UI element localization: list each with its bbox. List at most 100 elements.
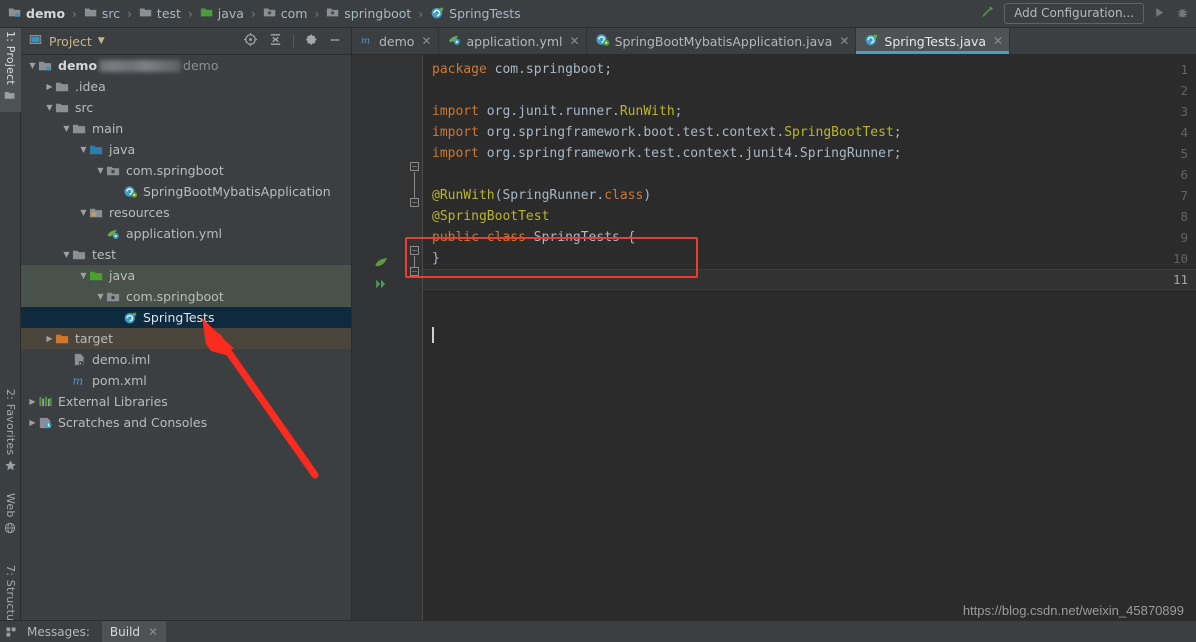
tree-row-target[interactable]: ▶ target xyxy=(21,328,351,349)
breadcrumb-separator: › xyxy=(250,6,256,21)
tree-row--idea[interactable]: ▶ .idea xyxy=(21,76,351,97)
tree-row-springtests[interactable]: SpringTests xyxy=(21,307,351,328)
breadcrumb-item-test[interactable]: test xyxy=(137,4,183,24)
sidebar-item-project[interactable]: 1: Project xyxy=(0,28,21,112)
gear-icon[interactable] xyxy=(304,33,318,50)
twisty-expanded-icon[interactable]: ▼ xyxy=(44,103,55,112)
twisty-collapsed-icon[interactable]: ▶ xyxy=(27,397,38,406)
target-crosshair-icon[interactable] xyxy=(243,32,258,50)
tree-row-main[interactable]: ▼ main xyxy=(21,118,351,139)
code-editor[interactable]: 1 2 3 4 5 6 7 8 9 10 11 − − − − package com.spring… xyxy=(352,55,1196,620)
tab-application-yml[interactable]: application.yml ✕ xyxy=(439,28,587,54)
folder-icon xyxy=(84,5,98,22)
tool-windows-icon[interactable] xyxy=(0,626,21,638)
twisty-expanded-icon[interactable]: ▼ xyxy=(95,292,106,301)
twisty-expanded-icon[interactable]: ▼ xyxy=(78,208,89,217)
breadcrumb-item-springtests[interactable]: SpringTests xyxy=(428,4,522,24)
twisty-collapsed-icon[interactable]: ▶ xyxy=(44,82,55,91)
breadcrumb-item-demo[interactable]: demo xyxy=(6,4,67,24)
star-icon xyxy=(4,459,18,472)
module-folder-icon xyxy=(8,5,22,22)
tree-row-label: Scratches and Consoles xyxy=(58,415,208,430)
source-folder-green-icon xyxy=(200,5,214,22)
sidebar-item-web[interactable]: Web xyxy=(0,490,21,558)
tree-row-label: application.yml xyxy=(126,226,222,241)
code-text[interactable]: package com.springboot; import org.junit.… xyxy=(423,55,1196,620)
add-configuration-button[interactable]: Add Configuration... xyxy=(1004,3,1144,24)
spring-bean-leaf-icon[interactable] xyxy=(374,255,388,272)
breadcrumb-item-springboot[interactable]: springboot xyxy=(324,4,413,24)
tree-row-com-springboot[interactable]: ▼ com.springboot xyxy=(21,160,351,181)
run-test-double-chevron-icon[interactable] xyxy=(374,277,388,295)
tree-row-springbootmybatisapplication[interactable]: SpringBootMybatisApplication xyxy=(21,181,351,202)
tree-row-label: src xyxy=(75,100,94,115)
tool-label: Web xyxy=(4,493,17,518)
close-icon[interactable]: ✕ xyxy=(568,35,580,47)
tree-row-java[interactable]: ▼ java xyxy=(21,139,351,160)
fold-marker-imports[interactable]: − xyxy=(410,162,419,171)
editor-gutter[interactable] xyxy=(352,55,408,620)
idea-window: demo › src › test › java › com › springb… xyxy=(0,0,1196,642)
editor-fold-column[interactable] xyxy=(408,55,422,620)
twisty-expanded-icon[interactable]: ▼ xyxy=(61,124,72,133)
spring-class-icon xyxy=(123,184,138,199)
tree-row-label: java xyxy=(109,142,136,157)
package-icon xyxy=(106,289,121,304)
tree-row-java[interactable]: ▼ java xyxy=(21,265,351,286)
text-caret xyxy=(432,327,434,343)
tree-row-pom-xml[interactable]: m pom.xml xyxy=(21,370,351,391)
code-token: package xyxy=(432,62,487,77)
code-token: public xyxy=(432,230,479,245)
sidebar-item-favorites[interactable]: 2: Favorites xyxy=(0,386,21,486)
build-tab-label: Build xyxy=(109,624,141,639)
twisty-expanded-icon[interactable]: ▼ xyxy=(95,166,106,175)
code-token: org.springframework.test.context.junit4. xyxy=(478,146,800,161)
tree-row-demo-iml[interactable]: demo.iml xyxy=(21,349,351,370)
run-play-icon[interactable] xyxy=(1152,5,1167,23)
close-icon[interactable]: ✕ xyxy=(419,35,431,47)
project-tree[interactable]: ▼ demo demo ▶ .idea ▼ src ▼ main ▼ java ▼ com.spring… xyxy=(21,55,351,620)
build-tab[interactable]: Build ✕ xyxy=(101,620,167,642)
close-icon[interactable]: ✕ xyxy=(837,35,849,47)
hammer-icon[interactable] xyxy=(979,4,996,24)
fold-marker-imports-end[interactable]: − xyxy=(410,198,419,207)
close-icon[interactable]: ✕ xyxy=(146,626,158,638)
close-icon[interactable]: ✕ xyxy=(991,35,1003,47)
tree-row-demo[interactable]: ▼ demo demo xyxy=(21,55,351,76)
fold-marker-annotations[interactable]: − xyxy=(410,246,419,255)
collapse-all-icon[interactable] xyxy=(268,32,283,50)
twisty-collapsed-icon[interactable]: ▶ xyxy=(27,418,38,427)
tree-row-scratches-and-consoles[interactable]: ▶ Scratches and Consoles xyxy=(21,412,351,433)
tab-demo[interactable]: m demo ✕ xyxy=(352,28,439,54)
twisty-expanded-icon[interactable]: ▼ xyxy=(27,61,38,70)
debug-bug-icon[interactable] xyxy=(1175,5,1190,23)
tab-springbootmybatisapplication[interactable]: SpringBootMybatisApplication.java ✕ xyxy=(587,28,857,54)
twisty-expanded-icon[interactable]: ▼ xyxy=(78,145,89,154)
breadcrumb-item-com[interactable]: com xyxy=(261,4,310,24)
breadcrumb-item-java[interactable]: java xyxy=(198,4,246,24)
chevron-down-icon[interactable]: ▼ xyxy=(98,36,105,46)
twisty-expanded-icon[interactable]: ▼ xyxy=(61,250,72,259)
fold-marker-annotations-end[interactable]: − xyxy=(410,267,419,276)
minimize-icon[interactable] xyxy=(328,33,342,50)
tree-row-test[interactable]: ▼ test xyxy=(21,244,351,265)
folder-icon xyxy=(72,121,87,136)
tree-row-com-springboot[interactable]: ▼ com.springboot xyxy=(21,286,351,307)
breadcrumb-item-src[interactable]: src xyxy=(82,4,122,24)
twisty-collapsed-icon[interactable]: ▶ xyxy=(44,334,55,343)
code-token: import xyxy=(432,146,479,161)
tree-row-external-libraries[interactable]: ▶ External Libraries xyxy=(21,391,351,412)
twisty-expanded-icon[interactable]: ▼ xyxy=(78,271,89,280)
fold-bar xyxy=(414,172,415,200)
project-panel-title: Project xyxy=(49,33,92,49)
code-token: (SpringRunner. xyxy=(494,188,605,203)
code-line-5: import org.springframework.test.context.… xyxy=(432,143,902,164)
tree-row-application-yml[interactable]: application.yml xyxy=(21,223,351,244)
tree-row-src[interactable]: ▼ src xyxy=(21,97,351,118)
code-line-10: } xyxy=(432,248,440,269)
tree-row-resources[interactable]: ▼ resources xyxy=(21,202,351,223)
project-folder-icon xyxy=(4,89,17,101)
tab-springtests[interactable]: SpringTests.java ✕ xyxy=(856,28,1011,54)
code-line-9: public class SpringTests { xyxy=(432,227,636,248)
